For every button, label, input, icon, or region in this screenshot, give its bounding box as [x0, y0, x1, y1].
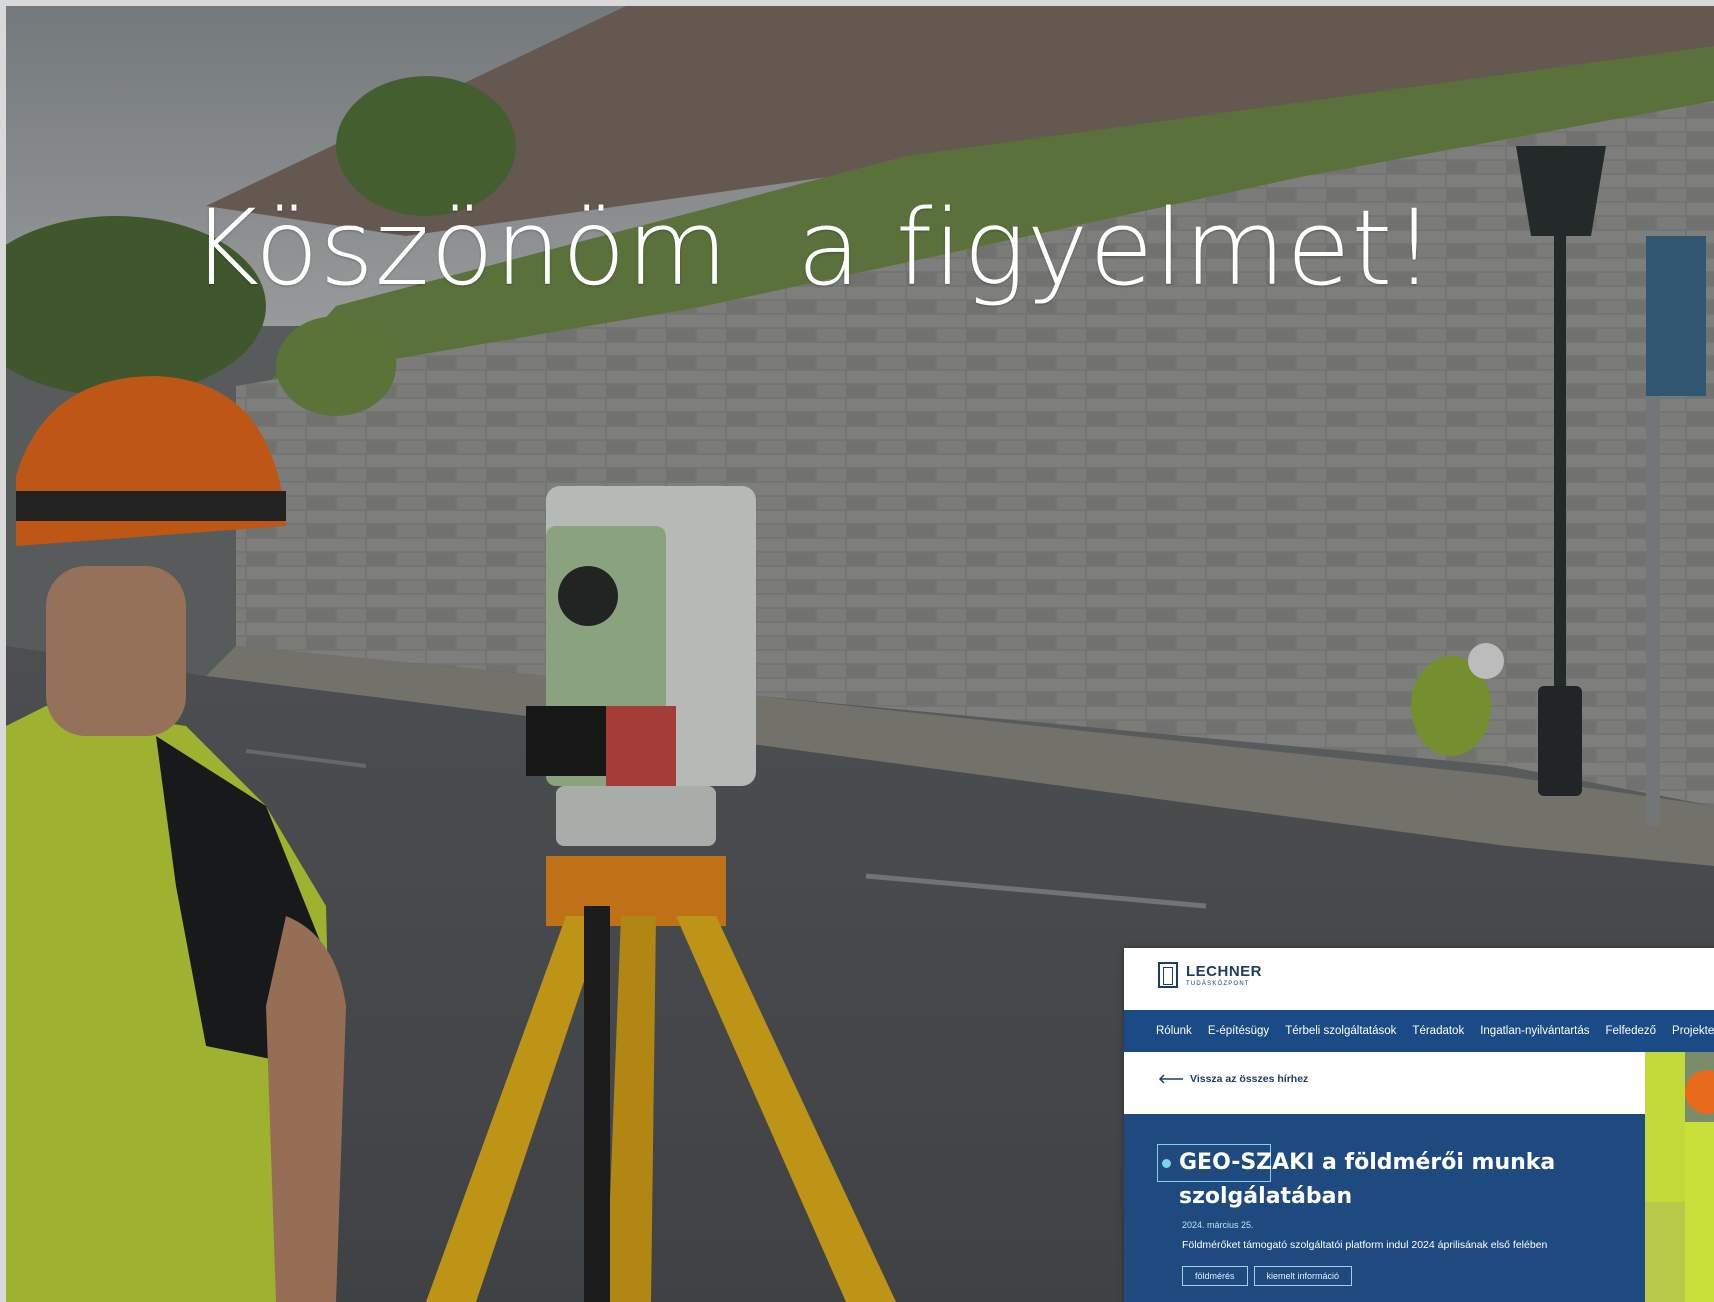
- article-title: GEO-SZAKI a földmérői munka szolgálatába…: [1179, 1150, 1556, 1209]
- arrow-left-icon: [1158, 1074, 1183, 1084]
- nav-item-teradatok[interactable]: Téradatok: [1412, 1025, 1464, 1037]
- nav-item-projektek[interactable]: Projektek: [1672, 1025, 1714, 1037]
- nav-item-ingatlan-nyilvantartas[interactable]: Ingatlan-nyilvántartás: [1480, 1025, 1589, 1037]
- logo-name: LECHNER: [1186, 962, 1263, 980]
- bullet-dot-icon: [1162, 1159, 1171, 1168]
- nav-item-terbeli-szolgaltatasok[interactable]: Térbeli szolgáltatások: [1285, 1025, 1396, 1037]
- slide-title: Köszönöm a figyelmet!: [191, 187, 1436, 309]
- nav-item-e-epitesugy[interactable]: E-építésügy: [1208, 1025, 1269, 1037]
- article-description: Földmérőket támogató szolgáltatói platfo…: [1182, 1239, 1548, 1251]
- lechner-logo[interactable]: LECHNER TUDÁSKÖZPONT: [1158, 962, 1262, 988]
- website-screenshot: LECHNER TUDÁSKÖZPONT Rólunk E-építésügy …: [1124, 948, 1714, 1302]
- tag-kiemelt-informacio[interactable]: kiemelt információ: [1253, 1266, 1353, 1286]
- main-nav: Rólunk E-építésügy Térbeli szolgáltatáso…: [1124, 1010, 1714, 1052]
- slide: Köszönöm a figyelmet! LECHNER TUDÁSKÖZPO…: [6, 6, 1714, 1302]
- back-link-label: Vissza az összes hírhez: [1190, 1073, 1309, 1085]
- article-tags: földmérés kiemelt információ: [1182, 1266, 1353, 1286]
- nav-item-rolunk[interactable]: Rólunk: [1156, 1025, 1192, 1037]
- logo-subtitle: TUDÁSKÖZPONT: [1186, 980, 1250, 987]
- logo-icon: [1158, 962, 1178, 988]
- article-photo: [1645, 1052, 1714, 1302]
- back-link[interactable]: Vissza az összes hírhez: [1158, 1073, 1308, 1085]
- article-date: 2024. március 25.: [1182, 1220, 1254, 1230]
- tag-foldmeres[interactable]: földmérés: [1182, 1266, 1248, 1286]
- nav-item-felfedezo[interactable]: Felfedező: [1606, 1025, 1657, 1037]
